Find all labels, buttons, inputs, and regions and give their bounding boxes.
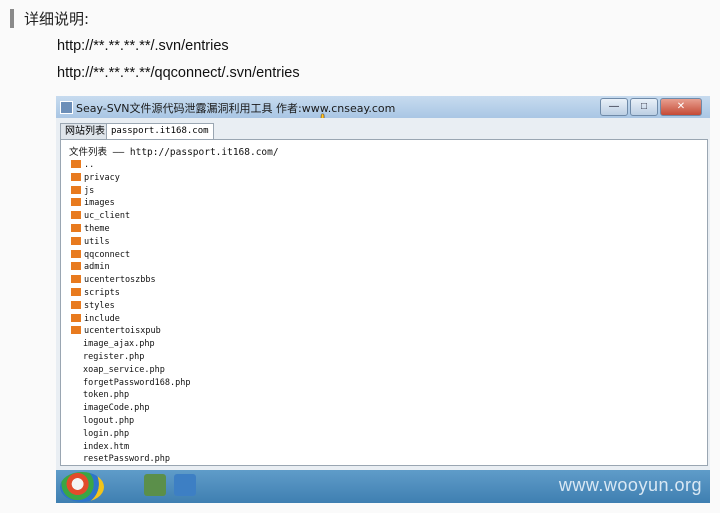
folder-item[interactable]: utils [71,236,110,248]
file-item[interactable]: register.php [71,351,144,363]
item-label: privacy [84,172,120,183]
taskbar-app-icon[interactable] [144,474,166,496]
folder-item[interactable]: admin [71,261,110,273]
app-icon [60,101,73,114]
file-item[interactable]: image_ajax.php [71,338,155,350]
file-icon [71,389,80,397]
file-icon [71,428,80,436]
folder-icon [71,224,81,232]
folder-icon [71,262,81,271]
folder-icon [71,249,81,258]
folder-icon [71,198,81,207]
folder-icon [71,172,81,181]
folder-icon [71,236,81,245]
folder-item[interactable]: theme [71,223,110,235]
item-label: admin [84,262,110,273]
folder-item[interactable]: scripts [71,287,120,299]
folder-item[interactable]: ucentertoisxpub [71,325,161,337]
folder-icon [71,300,81,309]
item-label: register.php [83,352,145,362]
window-titlebar[interactable]: Seay-SVN文件源代码泄露漏洞利用工具 作者:www.cnseay.com … [56,96,710,118]
item-label: images [84,198,115,209]
embedded-screenshot: Seay-SVN文件源代码泄露漏洞利用工具 作者:www.cnseay.com … [56,96,710,503]
window-body: 网站列表 passport.it168.com 文件列表 —— http://p… [56,118,710,470]
window-title: Seay-SVN文件源代码泄露漏洞利用工具 作者:www.cnseay.com [76,102,396,115]
watermark: www.wooyun.org [558,475,702,495]
item-label: .. [84,160,95,170]
item-label: utils [84,236,110,247]
taskbar: www.wooyun.org [56,470,710,503]
file-icon [71,351,80,359]
item-label: scripts [84,288,120,298]
folder-item[interactable]: qqconnect [71,249,130,261]
file-item[interactable]: index.htm [71,441,129,453]
item-label: styles [84,300,115,311]
file-icon [71,377,80,385]
item-label: token.php [83,390,130,401]
section-heading: 详细说明: [24,10,90,28]
folder-icon [71,326,81,335]
file-icon [71,364,80,372]
folder-item[interactable]: ucentertoszbbs [71,274,156,286]
folder-icon [71,313,81,322]
vulnerable-url-1: http://**.**.**.**/.svn/entries [57,38,229,54]
item-label: image_ajax.php [83,339,155,350]
maximize-button[interactable]: □ [630,98,658,116]
item-label: logout.php [83,416,135,426]
file-item[interactable]: imageCode.php [71,402,150,414]
file-icon [71,453,80,461]
start-button[interactable] [60,472,104,502]
folder-item[interactable]: js [71,185,94,197]
folder-icon [71,211,81,220]
file-icon [71,338,80,346]
folder-item[interactable]: .. [71,159,94,171]
file-item[interactable]: logout.php [71,415,134,427]
vulnerable-url-2: http://**.**.**.**/qqconnect/.svn/entrie… [57,65,300,81]
file-list-pane: 文件列表 —— http://passport.it168.com/ .. pri… [60,139,708,466]
folder-item[interactable]: images [71,197,115,209]
close-button[interactable]: ✕ [660,98,702,116]
file-item[interactable]: token.php [71,389,129,401]
file-item[interactable]: login.php [71,428,129,440]
folder-item[interactable]: styles [71,300,115,312]
item-label: include [84,313,120,324]
item-label: index.htm [83,441,130,452]
tab-passport[interactable]: passport.it168.com [106,123,214,139]
item-label: imageCode.php [83,403,150,414]
item-label: resetPassword.php [83,454,170,465]
taskbar-app-icon[interactable] [174,474,196,496]
file-item[interactable]: xoap_service.php [71,364,165,376]
item-label: forgetPassword168.php [83,377,191,388]
item-label: ucentertoisxpub [84,326,161,337]
tab-site-list[interactable]: 网站列表 [60,123,110,139]
file-item[interactable]: resetPassword.php [71,453,170,465]
file-icon [71,402,80,410]
minimize-button[interactable]: — [600,98,628,116]
item-label: theme [84,224,110,234]
folder-icon [71,288,81,296]
file-list-header: 文件列表 —— http://passport.it168.com/ [69,147,279,158]
item-label: xoap_service.php [83,364,165,375]
item-label: qqconnect [84,249,131,260]
item-label: login.php [83,428,130,439]
folder-icon [71,275,81,284]
item-label: ucentertoszbbs [84,275,156,286]
file-icon [71,441,80,449]
heading-accent-bar [10,9,14,28]
folder-icon [71,160,81,168]
item-label: uc_client [84,211,131,222]
window-controls: — □ ✕ [600,98,702,116]
folder-item[interactable]: include [71,313,120,325]
folder-item[interactable]: uc_client [71,210,130,222]
folder-icon [71,185,81,194]
folder-item[interactable]: privacy [71,172,120,184]
file-item[interactable]: forgetPassword168.php [71,377,190,389]
item-label: js [84,185,95,196]
file-icon [71,415,80,423]
